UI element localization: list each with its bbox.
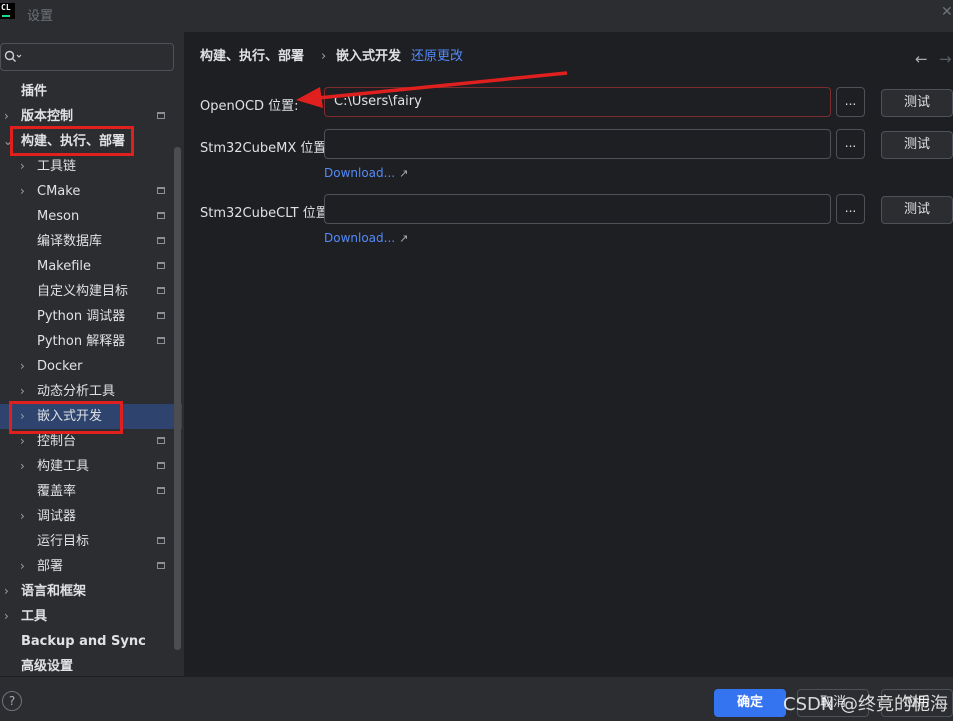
sidebar-item-python-interpreter[interactable]: Python 解释器 (0, 329, 174, 354)
search-icon (4, 50, 22, 62)
sidebar-item-toolchains[interactable]: › 工具链 (0, 154, 174, 179)
sidebar-item-docker[interactable]: › Docker (0, 354, 174, 379)
app-logo-icon: CL (0, 3, 15, 19)
highlight-box-embedded (9, 401, 123, 434)
sidebar-item-label: 运行目标 (37, 534, 90, 549)
stm32cubeclt-test-button[interactable]: 测试 (881, 196, 953, 224)
sidebar-item-cmake[interactable]: › CMake (0, 179, 174, 204)
sidebar-item-makefile[interactable]: Makefile (0, 254, 174, 279)
chevron-right-icon[interactable]: › (20, 554, 25, 579)
chevron-right-icon[interactable]: › (4, 104, 9, 129)
chevron-right-icon[interactable]: › (20, 154, 25, 179)
breadcrumb-separator-icon: › (321, 49, 327, 64)
sidebar-item-label: Python 调试器 (37, 309, 126, 324)
sidebar-item-label: CMake (37, 184, 81, 199)
stm32cubemx-browse-button[interactable]: ... (836, 129, 865, 159)
project-scope-icon (157, 112, 165, 119)
sidebar-item-label: 覆盖率 (37, 484, 77, 499)
sidebar-item-label: 工具 (21, 609, 48, 624)
external-link-icon: ↗ (399, 232, 409, 245)
sidebar-item-custom-build-targets[interactable]: 自定义构建目标 (0, 279, 174, 304)
project-scope-icon (157, 212, 165, 219)
project-scope-icon (157, 287, 165, 294)
breadcrumb-parent[interactable]: 构建、执行、部署 (200, 48, 304, 66)
sidebar-item-label: 构建工具 (37, 459, 90, 474)
openocd-browse-button[interactable]: ... (836, 87, 865, 117)
sidebar-item-tools[interactable]: › 工具 (0, 604, 174, 629)
chevron-right-icon[interactable]: › (20, 454, 25, 479)
sidebar-item-coverage[interactable]: 覆盖率 (0, 479, 174, 504)
sidebar-item-languages-frameworks[interactable]: › 语言和框架 (0, 579, 174, 604)
sidebar-item-label: 插件 (21, 84, 48, 99)
reset-changes-link[interactable]: 还原更改 (411, 48, 463, 66)
chevron-right-icon[interactable]: › (4, 604, 9, 629)
settings-sidebar: 插件 › 版本控制 ⌄ 构建、执行、部署 › 工具链 › CMake Meson… (0, 32, 184, 676)
ok-button[interactable]: 确定 (714, 689, 786, 717)
stm32cubeclt-location-label: Stm32CubeCLT 位置: (200, 206, 334, 221)
project-scope-icon (157, 487, 165, 494)
chevron-right-icon[interactable]: › (20, 354, 25, 379)
close-icon[interactable]: ✕ (941, 4, 953, 20)
sidebar-item-label: Backup and Sync (21, 634, 146, 649)
chevron-right-icon[interactable]: › (4, 579, 9, 604)
sidebar-item-run-targets[interactable]: 运行目标 (0, 529, 174, 554)
sidebar-scrollbar[interactable] (174, 147, 181, 650)
forward-arrow-icon[interactable]: → (939, 50, 952, 68)
sidebar-item-label: Makefile (37, 259, 92, 274)
breadcrumb-current: 嵌入式开发 (336, 49, 402, 64)
project-scope-icon (157, 562, 165, 569)
sidebar-item-build-tools[interactable]: › 构建工具 (0, 454, 174, 479)
sidebar-item-label: 调试器 (37, 509, 77, 524)
sidebar-item-plugins[interactable]: 插件 (0, 79, 174, 104)
project-scope-icon (157, 262, 165, 269)
sidebar-item-label: 自定义构建目标 (37, 284, 129, 299)
sidebar-item-label: 工具链 (37, 159, 77, 174)
stm32cubeclt-download-link[interactable]: Download... ↗ (324, 231, 408, 245)
sidebar-item-label: 部署 (37, 559, 64, 574)
watermark: CSDN @终竟的栀海 (783, 694, 949, 715)
title-bar: CL 设置 ✕ (0, 0, 953, 32)
sidebar-item-label: Python 解释器 (37, 334, 126, 349)
openocd-location-label: OpenOCD 位置: (200, 99, 299, 114)
sidebar-item-label: 编译数据库 (37, 234, 103, 249)
sidebar-item-label: Docker (37, 359, 83, 374)
highlight-box-build (10, 126, 134, 156)
openocd-location-input[interactable]: C:\Users\fairy (324, 87, 831, 117)
chevron-right-icon[interactable]: › (20, 179, 25, 204)
project-scope-icon (157, 312, 165, 319)
project-scope-icon (157, 437, 165, 444)
sidebar-item-label: 语言和框架 (21, 584, 87, 599)
stm32cubemx-location-label: Stm32CubeMX 位置: (200, 141, 331, 156)
sidebar-item-backup-sync[interactable]: Backup and Sync (0, 629, 174, 654)
project-scope-icon (157, 462, 165, 469)
stm32cubeclt-browse-button[interactable]: ... (836, 194, 865, 224)
settings-content: 构建、执行、部署 › 嵌入式开发 还原更改 ← → OpenOCD 位置: C:… (184, 32, 953, 676)
sidebar-item-deployment[interactable]: › 部署 (0, 554, 174, 579)
search-input[interactable] (0, 43, 174, 71)
sidebar-item-python-debugger[interactable]: Python 调试器 (0, 304, 174, 329)
chevron-right-icon[interactable]: › (20, 504, 25, 529)
external-link-icon: ↗ (399, 167, 409, 180)
project-scope-icon (157, 187, 165, 194)
dialog-footer: ? 确定 取消 应用 CSDN @终竟的栀海 (0, 676, 953, 721)
sidebar-item-compilation-database[interactable]: 编译数据库 (0, 229, 174, 254)
stm32cubemx-download-link[interactable]: Download... ↗ (324, 166, 408, 180)
stm32cubeclt-location-input[interactable] (324, 194, 831, 224)
sidebar-item-label: Meson (37, 209, 80, 224)
project-scope-icon (157, 237, 165, 244)
sidebar-item-meson[interactable]: Meson (0, 204, 174, 229)
openocd-test-button[interactable]: 测试 (881, 89, 953, 117)
project-scope-icon (157, 537, 165, 544)
project-scope-icon (157, 337, 165, 344)
stm32cubemx-test-button[interactable]: 测试 (881, 131, 953, 159)
sidebar-item-debugger[interactable]: › 调试器 (0, 504, 174, 529)
back-arrow-icon[interactable]: ← (915, 50, 928, 68)
window-title: 设置 (27, 9, 54, 24)
stm32cubemx-location-input[interactable] (324, 129, 831, 159)
help-button[interactable]: ? (2, 691, 22, 711)
